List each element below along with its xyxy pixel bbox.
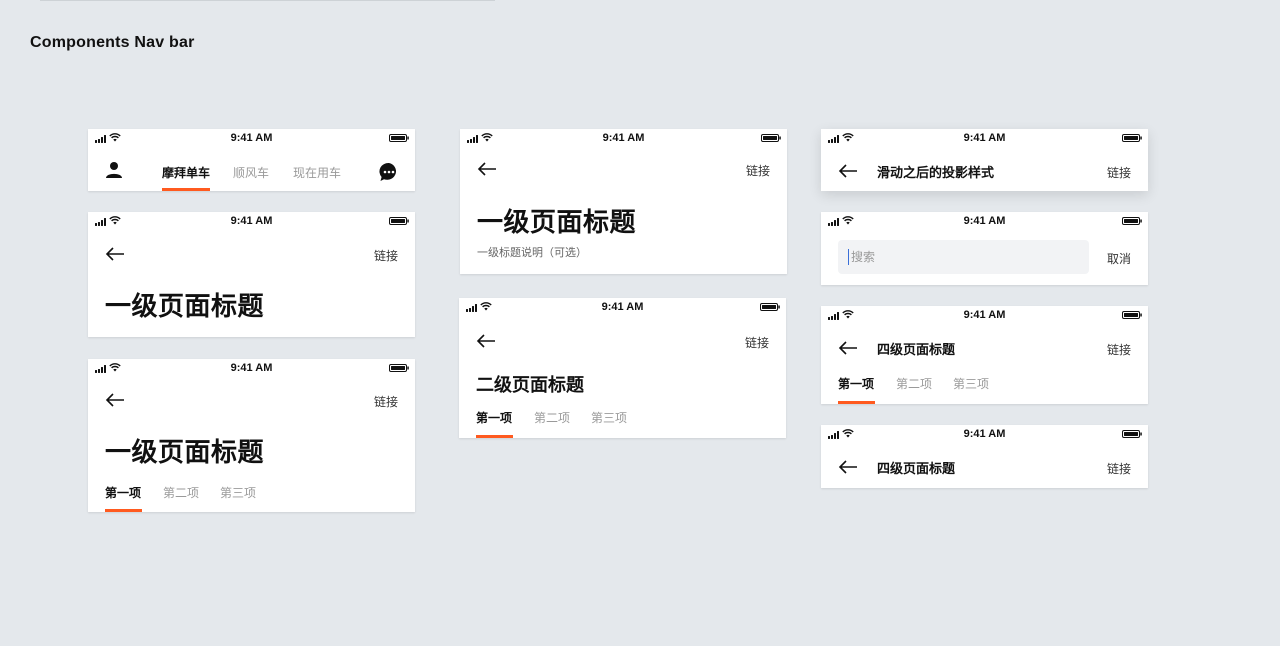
navbar-scrolled-card: 9:41 AM 滑动之后的投影样式 链接 [821, 129, 1148, 191]
navbar-large-title-subtitle-card: 9:41 AM 链接 一级页面标题 一级标题说明（可选） [460, 129, 787, 274]
status-bar: 9:41 AM [88, 359, 415, 377]
status-bar: 9:41 AM [821, 129, 1148, 147]
tab-first[interactable]: 第一项 [105, 484, 141, 501]
navbar-secondary-tabs-card: 9:41 AM 链接 二级页面标题 第一项 第二项 第三项 [459, 298, 786, 438]
status-bar: 9:41 AM [460, 129, 787, 147]
battery-icon [761, 134, 781, 142]
battery-icon [1122, 217, 1142, 225]
search-field[interactable] [838, 240, 1089, 274]
battery-icon [389, 134, 409, 142]
status-time: 9:41 AM [963, 428, 1006, 440]
tab-ride-now[interactable]: 现在用车 [293, 164, 341, 181]
battery-icon [760, 303, 780, 311]
navbar-home-card: 9:41 AM 摩拜单车 顺风车 现在用车 [88, 129, 415, 191]
link-button[interactable]: 链接 [374, 247, 398, 264]
text-caret [848, 249, 849, 265]
user-icon[interactable] [105, 161, 123, 179]
status-bar: 9:41 AM [821, 306, 1148, 324]
battery-icon [1122, 311, 1142, 319]
status-time: 9:41 AM [602, 132, 645, 144]
chat-icon[interactable] [379, 162, 399, 182]
navbar-large-title-tabs-card: 9:41 AM 链接 一级页面标题 第一项 第二项 第三项 [88, 359, 415, 512]
tab-hitch[interactable]: 顺风车 [233, 164, 269, 181]
tab-first[interactable]: 第一项 [476, 409, 512, 426]
link-button[interactable]: 链接 [1107, 341, 1131, 358]
page-title: Components Nav bar [30, 34, 195, 51]
status-time: 9:41 AM [963, 309, 1006, 321]
status-time: 9:41 AM [230, 215, 273, 227]
link-button[interactable]: 链接 [1107, 460, 1131, 477]
battery-icon [389, 364, 409, 372]
back-arrow-icon[interactable] [477, 162, 497, 176]
tab-third[interactable]: 第三项 [591, 409, 627, 426]
active-tab-indicator [105, 509, 142, 512]
page-title-inline: 滑动之后的投影样式 [877, 166, 995, 181]
status-time: 9:41 AM [230, 362, 273, 374]
link-button[interactable]: 链接 [746, 162, 770, 179]
link-button[interactable]: 链接 [1107, 164, 1131, 181]
status-time: 9:41 AM [963, 215, 1006, 227]
page-title-inline: 四级页面标题 [877, 462, 956, 477]
status-bar: 9:41 AM [459, 298, 786, 316]
tab-third[interactable]: 第三项 [220, 484, 256, 501]
status-time: 9:41 AM [601, 301, 644, 313]
battery-icon [1122, 134, 1142, 142]
cancel-button[interactable]: 取消 [1107, 250, 1131, 267]
title-description: 一级标题说明（可选） [477, 246, 587, 259]
tab-second[interactable]: 第二项 [534, 409, 570, 426]
link-button[interactable]: 链接 [374, 393, 398, 410]
secondary-title: 二级页面标题 [476, 375, 584, 396]
status-time: 9:41 AM [963, 132, 1006, 144]
status-bar: 9:41 AM [88, 212, 415, 230]
large-title: 一级页面标题 [105, 438, 265, 468]
back-arrow-icon[interactable] [838, 460, 858, 474]
active-tab-indicator [838, 401, 875, 404]
large-title: 一级页面标题 [105, 292, 265, 322]
navbar-large-title-card: 9:41 AM 链接 一级页面标题 [88, 212, 415, 337]
top-divider [40, 0, 495, 1]
back-arrow-icon[interactable] [838, 341, 858, 355]
status-bar: 9:41 AM [821, 425, 1148, 443]
status-bar: 9:41 AM [821, 212, 1148, 230]
large-title: 一级页面标题 [477, 208, 637, 238]
navbar-search-card: 9:41 AM 取消 [821, 212, 1148, 285]
tab-second[interactable]: 第二项 [896, 375, 932, 392]
status-bar: 9:41 AM [88, 129, 415, 147]
back-arrow-icon[interactable] [838, 164, 858, 178]
tab-mobike[interactable]: 摩拜单车 [162, 164, 210, 181]
link-button[interactable]: 链接 [745, 334, 769, 351]
page-title-inline: 四级页面标题 [877, 343, 956, 358]
search-input[interactable] [851, 240, 1051, 274]
status-time: 9:41 AM [230, 132, 273, 144]
active-tab-indicator [476, 435, 513, 438]
navbar-quaternary-tabs-card: 9:41 AM 四级页面标题 链接 第一项 第二项 第三项 [821, 306, 1148, 404]
battery-icon [389, 217, 409, 225]
back-arrow-icon[interactable] [105, 247, 125, 261]
tab-first[interactable]: 第一项 [838, 375, 874, 392]
back-arrow-icon[interactable] [476, 334, 496, 348]
active-tab-indicator [162, 188, 210, 191]
battery-icon [1122, 430, 1142, 438]
back-arrow-icon[interactable] [105, 393, 125, 407]
tab-second[interactable]: 第二项 [163, 484, 199, 501]
tab-third[interactable]: 第三项 [953, 375, 989, 392]
navbar-quaternary-card: 9:41 AM 四级页面标题 链接 [821, 425, 1148, 488]
